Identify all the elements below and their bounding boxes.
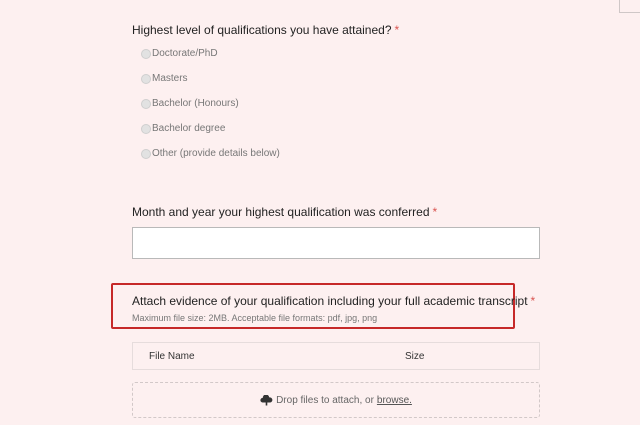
- conferred-question-label: Month and year your highest qualificatio…: [132, 205, 437, 219]
- column-file-name: File Name: [149, 351, 195, 362]
- radio-option-other[interactable]: Other (provide details below): [141, 148, 280, 159]
- conferred-date-input[interactable]: [132, 227, 540, 259]
- file-size-hint: Maximum file size: 2MB. Acceptable file …: [132, 313, 378, 323]
- file-table-header: File Name Size: [132, 342, 540, 370]
- radio-button[interactable]: [141, 48, 151, 59]
- qualification-label-text: Highest level of qualifications you have…: [132, 23, 392, 37]
- required-mark: *: [530, 294, 536, 308]
- qualification-question-label: Highest level of qualifications you have…: [132, 23, 399, 37]
- radio-option-bachelor-honours[interactable]: Bachelor (Honours): [141, 98, 239, 109]
- required-mark: *: [432, 205, 438, 219]
- file-drop-zone[interactable]: Drop files to attach, or browse.: [132, 382, 540, 418]
- attach-label-text: Attach evidence of your qualification in…: [132, 294, 528, 308]
- cloud-upload-icon: [260, 394, 273, 406]
- radio-button[interactable]: [141, 98, 151, 109]
- radio-label: Other (provide details below): [152, 148, 280, 159]
- required-mark: *: [394, 23, 400, 37]
- radio-label: Doctorate/PhD: [152, 48, 218, 59]
- drop-text: Drop files to attach, or: [276, 394, 374, 406]
- radio-option-bachelor-degree[interactable]: Bachelor degree: [141, 123, 225, 134]
- form-page: Highest level of qualifications you have…: [0, 0, 640, 425]
- scroll-edge: [619, 0, 640, 13]
- radio-button[interactable]: [141, 123, 151, 134]
- radio-label: Bachelor (Honours): [152, 98, 239, 109]
- browse-link[interactable]: browse.: [377, 395, 412, 406]
- radio-label: Masters: [152, 73, 188, 84]
- radio-option-doctorate[interactable]: Doctorate/PhD: [141, 48, 218, 59]
- radio-button[interactable]: [141, 73, 151, 84]
- attach-question-label: Attach evidence of your qualification in…: [132, 294, 535, 308]
- conferred-label-text: Month and year your highest qualificatio…: [132, 205, 430, 219]
- radio-button[interactable]: [141, 148, 151, 159]
- radio-label: Bachelor degree: [152, 123, 226, 134]
- column-size: Size: [405, 351, 425, 362]
- radio-option-masters[interactable]: Masters: [141, 73, 188, 84]
